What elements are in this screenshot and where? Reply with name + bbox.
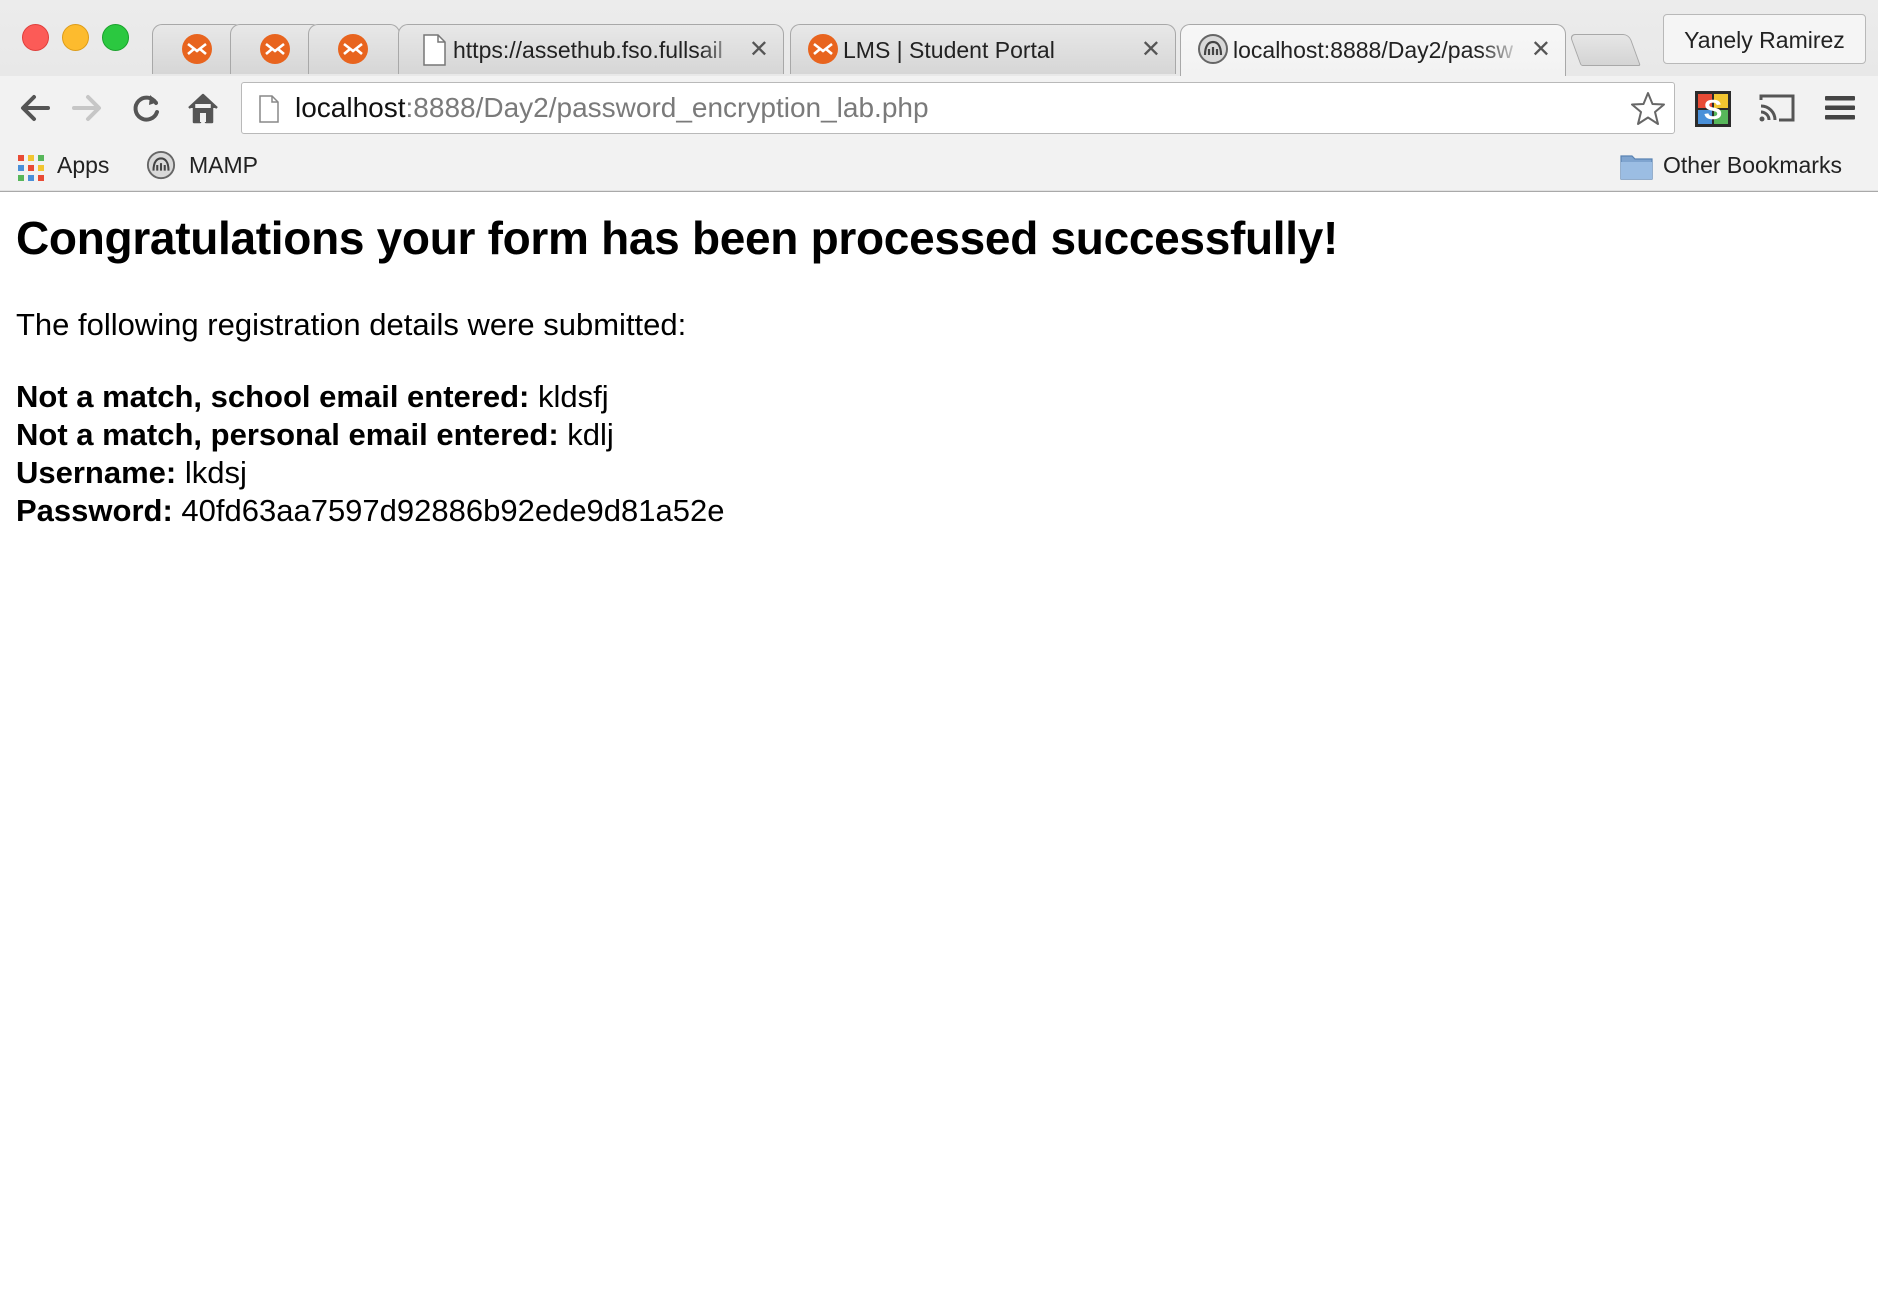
detail-label: Username: bbox=[16, 455, 177, 490]
toolbar: localhost:8888/Day2/password_encryption_… bbox=[0, 76, 1878, 140]
detail-value: kdlj bbox=[567, 417, 614, 452]
fullsail-icon bbox=[808, 34, 838, 64]
forward-icon[interactable] bbox=[70, 90, 106, 126]
page-icon bbox=[423, 34, 446, 66]
bookmark-mamp[interactable]: MAMP bbox=[146, 148, 276, 182]
detail-value: 40fd63aa7597d92886b92ede9d81a52e bbox=[181, 493, 725, 528]
tab-strip: https://assethub.fso.fullsail ✕ LMS | St… bbox=[0, 0, 1878, 76]
close-tab-icon[interactable]: ✕ bbox=[1141, 35, 1161, 65]
tab-title: localhost:8888/Day2/passw bbox=[1233, 37, 1513, 63]
detail-row-school-email: Not a match, school email entered: kldsf… bbox=[16, 378, 724, 416]
registration-details: Not a match, school email entered: kldsf… bbox=[16, 378, 724, 530]
tab-fullsail-3[interactable] bbox=[308, 24, 400, 74]
tab-localhost-active[interactable]: localhost:8888/Day2/passw ✕ bbox=[1180, 24, 1566, 76]
detail-row-password: Password: 40fd63aa7597d92886b92ede9d81a5… bbox=[16, 492, 724, 530]
page-title: Congratulations your form has been proce… bbox=[16, 212, 1339, 264]
intro-text: The following registration details were … bbox=[16, 307, 687, 342]
detail-row-personal-email: Not a match, personal email entered: kdl… bbox=[16, 416, 724, 454]
browser-chrome: https://assethub.fso.fullsail ✕ LMS | St… bbox=[0, 0, 1878, 192]
zoom-window-button[interactable] bbox=[102, 24, 129, 51]
menu-icon[interactable] bbox=[1822, 92, 1858, 124]
bookmark-other-bookmarks[interactable]: Other Bookmarks bbox=[1620, 148, 1865, 182]
svg-text:S: S bbox=[1704, 94, 1723, 125]
folder-icon bbox=[1620, 155, 1653, 180]
address-bar[interactable]: localhost:8888/Day2/password_encryption_… bbox=[241, 82, 1675, 134]
detail-value: lkdsj bbox=[184, 455, 247, 490]
detail-label: Password: bbox=[16, 493, 173, 528]
page-content: Congratulations your form has been proce… bbox=[16, 210, 1856, 528]
page-icon bbox=[259, 95, 279, 123]
detail-value: kldsfj bbox=[537, 379, 609, 414]
profile-button[interactable]: Yanely Ramirez bbox=[1663, 14, 1866, 64]
tab-title: https://assethub.fso.fullsail bbox=[453, 37, 723, 63]
url-text: localhost:8888/Day2/password_encryption_… bbox=[295, 92, 929, 123]
bookmark-apps[interactable]: Apps bbox=[16, 148, 116, 182]
detail-label: Not a match, school email entered: bbox=[16, 379, 530, 414]
close-window-button[interactable] bbox=[22, 24, 49, 51]
detail-row-username: Username: lkdsj bbox=[16, 454, 724, 492]
mamp-icon bbox=[1198, 34, 1228, 64]
fullsail-icon bbox=[338, 34, 368, 64]
tab-title: LMS | Student Portal bbox=[843, 37, 1055, 63]
fullsail-icon bbox=[182, 34, 212, 64]
back-icon[interactable] bbox=[16, 90, 52, 126]
home-icon[interactable] bbox=[185, 90, 221, 126]
new-tab-button[interactable] bbox=[1569, 34, 1641, 66]
bookmark-star-icon[interactable] bbox=[1628, 89, 1668, 129]
fullsail-icon bbox=[260, 34, 290, 64]
tab-assethub[interactable]: https://assethub.fso.fullsail ✕ bbox=[398, 24, 784, 74]
close-tab-icon[interactable]: ✕ bbox=[749, 35, 769, 65]
tab-lms-student-portal[interactable]: LMS | Student Portal ✕ bbox=[790, 24, 1176, 74]
mamp-icon bbox=[146, 150, 176, 180]
bookmarks-bar: Apps MAMP Other Bookmarks bbox=[0, 140, 1878, 190]
reload-icon[interactable] bbox=[128, 90, 164, 126]
close-tab-icon[interactable]: ✕ bbox=[1531, 35, 1551, 65]
apps-grid-icon bbox=[18, 155, 44, 181]
extension-icon[interactable]: S bbox=[1694, 90, 1732, 128]
minimize-window-button[interactable] bbox=[62, 24, 89, 51]
cast-icon[interactable] bbox=[1757, 92, 1797, 124]
detail-label: Not a match, personal email entered: bbox=[16, 417, 559, 452]
